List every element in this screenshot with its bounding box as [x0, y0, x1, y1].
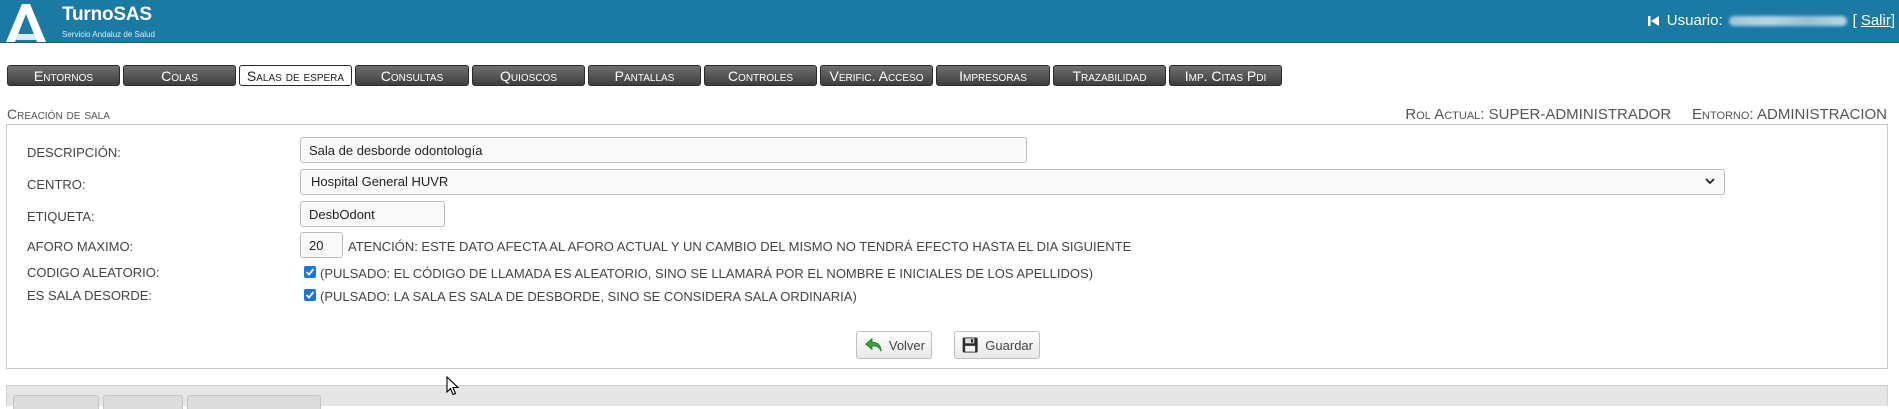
aforo-input[interactable]	[300, 232, 343, 258]
floppy-disk-icon	[962, 337, 978, 353]
tab-pantallas[interactable]: Pantallas	[588, 65, 701, 86]
tab-controles-acceso[interactable]: Controles Acceso	[704, 65, 817, 105]
tab-imp-citas-pdi[interactable]: Imp. Citas Pdi	[1169, 65, 1282, 86]
mouse-pointer-icon	[446, 376, 460, 396]
codigo-aleatorio-checkbox[interactable]	[304, 266, 316, 278]
role-label: Rol Actual:	[1405, 106, 1485, 123]
skip-first-icon[interactable]	[1647, 14, 1661, 28]
tab-consultas[interactable]: Consultas	[355, 65, 469, 86]
role-value: SUPER-ADMINISTRADOR	[1488, 106, 1672, 123]
descripcion-input[interactable]	[300, 137, 1027, 163]
sala-desborde-label: ES SALA DESORDE:	[27, 288, 152, 303]
logout-bracket-close: ]	[1890, 12, 1895, 29]
lower-tab-2[interactable]	[103, 395, 183, 409]
save-button[interactable]: Guardar	[954, 331, 1040, 359]
environment-label: Entorno:	[1692, 106, 1754, 123]
logout-bracket-open: [	[1852, 12, 1857, 29]
environment-value: ADMINISTRACION	[1756, 106, 1887, 123]
centro-select-value: Hospital General HUVR	[311, 174, 449, 189]
etiqueta-input[interactable]	[300, 201, 445, 227]
tab-impresoras[interactable]: Impresoras	[936, 65, 1050, 86]
save-button-label: Guardar	[985, 337, 1033, 353]
lower-tab-1[interactable]	[13, 395, 99, 409]
brand-name: TurnoSAS	[62, 4, 152, 25]
centro-label: CENTRO:	[27, 177, 86, 192]
chevron-down-icon	[1705, 178, 1715, 185]
codigo-aleatorio-note: (PULSADO: EL CÓDIGO DE LLAMADA ES ALEATO…	[320, 266, 1094, 281]
user-name-redacted	[1728, 15, 1847, 26]
tab-quioscos[interactable]: Quioscos	[472, 65, 585, 86]
checkmark-icon	[305, 268, 315, 276]
panel-title: Creación de sala	[7, 106, 110, 122]
centro-select[interactable]: Hospital General HUVR	[300, 169, 1725, 195]
role-info: Rol Actual: SUPER-ADMINISTRADOR Entorno:…	[1405, 106, 1887, 123]
lower-tabs-area	[6, 385, 1888, 409]
tab-salas-de-espera[interactable]: Salas de espera	[239, 65, 352, 86]
tab-entornos[interactable]: Entornos	[7, 65, 120, 86]
etiqueta-label: ETIQUETA:	[27, 209, 95, 224]
lower-tab-3[interactable]	[187, 395, 321, 409]
aforo-note: ATENCIÓN: ESTE DATO AFECTA AL AFORO ACTU…	[348, 239, 1132, 254]
back-button[interactable]: Volver	[856, 331, 932, 359]
tab-trazabilidad[interactable]: Trazabilidad	[1053, 65, 1166, 86]
sala-desborde-note: (PULSADO: LA SALA ES SALA DE DESBORDE, S…	[320, 289, 857, 304]
descripcion-label: DESCRIPCIÓN:	[27, 145, 121, 160]
back-arrow-icon	[865, 337, 882, 352]
tab-verific-acceso[interactable]: Verific. Acceso	[820, 65, 933, 86]
aforo-label: AFORO MAXIMO:	[27, 239, 134, 254]
app-header: TurnoSAS Servicio Andaluz de Salud Usuar…	[0, 0, 1899, 43]
tab-colas[interactable]: Colas	[123, 65, 236, 86]
user-label: Usuario:	[1666, 12, 1723, 29]
user-area: Usuario: [ Salir ]	[1647, 12, 1895, 29]
codigo-aleatorio-label: CODIGO ALEATORIO:	[27, 265, 160, 280]
checkmark-icon	[305, 291, 315, 299]
back-button-label: Volver	[888, 337, 925, 353]
sas-logo-icon	[6, 4, 46, 42]
create-room-form: DESCRIPCIÓN: CENTRO: Hospital General HU…	[6, 124, 1888, 369]
logout-link[interactable]: Salir	[1861, 12, 1891, 29]
brand-subtitle: Servicio Andaluz de Salud	[62, 30, 155, 39]
sala-desborde-checkbox[interactable]	[304, 289, 316, 301]
